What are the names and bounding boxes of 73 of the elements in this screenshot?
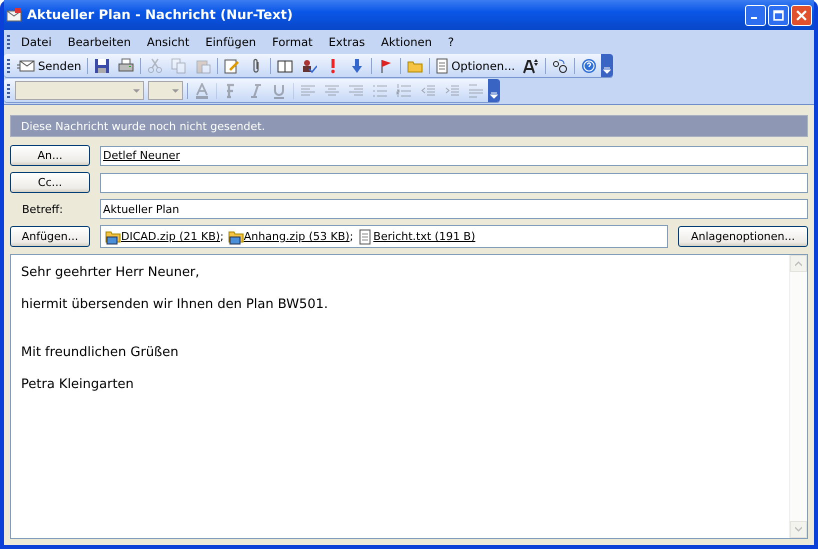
font-color-icon[interactable] (194, 82, 210, 98)
cc-button[interactable]: Cc... (10, 172, 90, 193)
close-button[interactable] (791, 4, 812, 26)
menu-item[interactable]: Format (264, 35, 321, 49)
separator-text: ; (350, 230, 354, 243)
close-icon (796, 10, 807, 20)
envelope-icon (17, 60, 35, 72)
attachment-link[interactable]: DICAD.zip (21 KB) (121, 230, 220, 243)
attachment-options-button[interactable]: Anlagenoptionen... (678, 226, 808, 247)
copy-icon[interactable] (171, 58, 188, 74)
save-icon[interactable] (94, 58, 110, 74)
scroll-up-button[interactable] (790, 255, 807, 272)
body-paragraph: Sehr geehrter Herr Neuner, (21, 265, 200, 281)
attachments-field[interactable]: DICAD.zip (21 KB); Anhang.zip (53 KB); Bericht.txt (191 B) (100, 225, 668, 248)
help-icon[interactable] (581, 58, 598, 74)
body-paragraph: Petra Kleingarten (21, 377, 134, 393)
menu-item[interactable]: Einfügen (197, 35, 264, 49)
attachment-link[interactable]: Anhang.zip (53 KB) (244, 230, 350, 243)
scroll-down-button[interactable] (790, 521, 807, 538)
attach-button[interactable]: Anfügen... (10, 226, 90, 247)
recipient-name[interactable]: Detlef Neuner (103, 149, 180, 162)
align-center-icon[interactable] (324, 82, 340, 98)
window-title: Aktueller Plan - Nachricht (Nur-Text) (27, 8, 294, 22)
numbered-list-icon[interactable] (396, 82, 412, 98)
bullet-list-icon[interactable] (372, 82, 388, 98)
style-icon[interactable] (468, 82, 484, 98)
info-bar: Diese Nachricht wurde noch nicht gesendet. (10, 115, 808, 137)
subject-label: Betreff: (21, 202, 64, 216)
menu-item[interactable]: Bearbeiten (60, 35, 139, 49)
underline-icon[interactable] (271, 82, 287, 98)
text-file-icon (357, 228, 374, 244)
minimize-icon (750, 17, 756, 19)
menu-item[interactable]: Aktionen (373, 35, 440, 49)
font-size-icon[interactable] (523, 58, 540, 74)
message-body[interactable]: Sehr geehrter Herr Neuner, hiermit übersenden wir Ihnen den Plan BW501. Mit freundlichen Grüßen Petra Kleingarten (10, 254, 808, 539)
print-icon[interactable] (118, 58, 134, 74)
menu-item[interactable]: ? (440, 35, 462, 49)
envelope-icon (6, 7, 22, 23)
caret-icon (133, 88, 140, 92)
to-field[interactable]: Detlef Neuner (100, 146, 808, 166)
edit-icon[interactable] (224, 58, 240, 74)
options-button[interactable]: Optionen... (432, 54, 520, 76)
book-icon[interactable] (277, 58, 294, 74)
decrease-indent-icon[interactable] (420, 82, 436, 98)
paste-icon[interactable] (195, 58, 212, 74)
caret-icon (172, 88, 179, 92)
send-button[interactable]: Senden (13, 54, 86, 76)
zip-file-icon (228, 228, 244, 244)
body-paragraph: hiermit übersenden wir Ihnen den Plan BW501. (21, 297, 328, 313)
toolbar-options-button[interactable] (488, 79, 500, 102)
toolbar-options-button[interactable] (601, 54, 614, 77)
align-left-icon[interactable] (300, 82, 316, 98)
font-size-dropdown[interactable] (148, 81, 183, 100)
caret-icon (603, 66, 612, 74)
maximize-icon (773, 10, 784, 20)
menu-item[interactable]: Ansicht (138, 35, 198, 49)
body-paragraph: Mit freundlichen Grüßen (21, 345, 178, 361)
zip-file-icon (105, 228, 121, 244)
to-button[interactable]: An... (10, 145, 90, 166)
separator-text: ; (220, 230, 224, 243)
document-icon (436, 58, 448, 74)
minimize-button[interactable] (745, 4, 766, 26)
align-right-icon[interactable] (348, 82, 364, 98)
caret-icon (490, 91, 498, 99)
attachment-link[interactable]: Bericht.txt (191 B) (373, 230, 476, 243)
increase-indent-icon[interactable] (444, 82, 460, 98)
scrollbar[interactable] (789, 255, 807, 538)
menu-item[interactable]: Extras (320, 35, 373, 49)
subject-field[interactable]: Aktueller Plan (100, 199, 808, 219)
menu-item[interactable]: Datei (13, 35, 60, 49)
cc-field[interactable] (100, 172, 808, 192)
maximize-button[interactable] (768, 4, 789, 26)
check-names-icon[interactable] (301, 58, 318, 74)
